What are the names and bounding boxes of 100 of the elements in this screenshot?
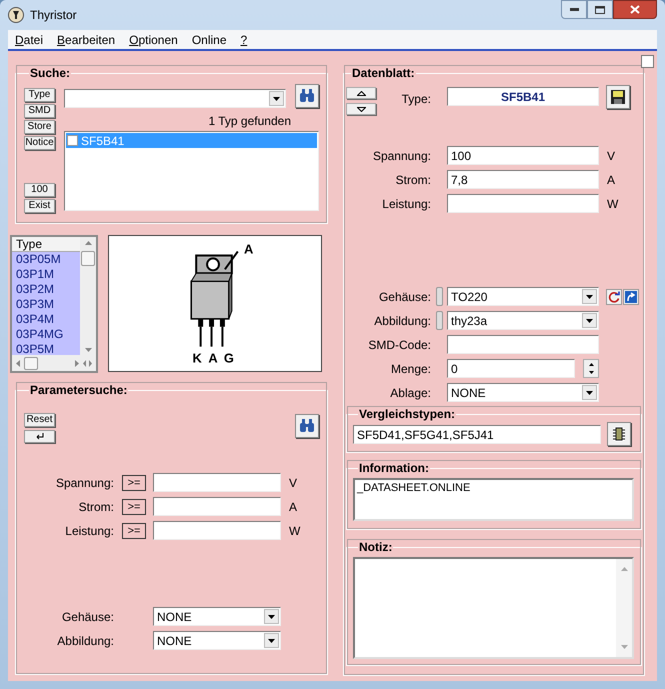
minimize-button[interactable] <box>561 0 587 19</box>
button[interactable]: Reset <box>24 413 55 427</box>
input-field[interactable] <box>447 194 599 213</box>
save-button[interactable] <box>606 85 630 109</box>
list-item[interactable]: 03P05M <box>12 252 80 267</box>
back-button[interactable] <box>24 430 55 443</box>
caret-icon <box>586 318 593 322</box>
dropdown[interactable]: TO220 <box>447 287 599 306</box>
list-item[interactable]: 03P1M <box>12 267 80 282</box>
search-button[interactable] <box>295 414 319 438</box>
dropdown[interactable]: thy23a <box>447 311 599 330</box>
menu-item[interactable]: Online <box>192 30 226 48</box>
drag-handle[interactable] <box>436 311 443 330</box>
group-title: Suche: <box>29 65 72 82</box>
input-field[interactable]: SF5D41,SF5G41,SF5J41 <box>353 425 601 444</box>
button[interactable]: Notice <box>24 136 55 150</box>
field-label: SMD-Code: <box>367 336 431 354</box>
menu-item[interactable]: Bearbeiten <box>57 30 116 48</box>
button[interactable]: Store <box>24 120 55 134</box>
up-arrow-icon <box>620 567 628 571</box>
pin-label: A <box>244 241 254 256</box>
input-field[interactable] <box>153 521 281 540</box>
input-field[interactable] <box>153 497 281 516</box>
button[interactable]: SMD <box>24 104 55 118</box>
down-triangle-icon <box>356 106 366 112</box>
field-label: Spannung: <box>372 148 431 164</box>
button[interactable]: Exist <box>24 199 55 213</box>
group-title: Notiz: <box>358 539 394 556</box>
dropdown[interactable]: NONE <box>153 631 281 650</box>
minimize-icon <box>570 8 578 11</box>
chip-icon <box>613 427 625 441</box>
up-arrow-icon <box>588 362 594 366</box>
field-label: Ablage: <box>389 384 431 402</box>
return-arrow-icon <box>35 432 44 440</box>
operator-button[interactable]: >= <box>122 498 146 514</box>
dropdown[interactable]: NONE <box>447 383 599 402</box>
unit-label: W <box>289 522 300 540</box>
scroll-thumb[interactable] <box>81 251 95 266</box>
field-label: Leistung: <box>64 522 114 540</box>
next-button[interactable] <box>346 103 376 115</box>
scrollbar[interactable] <box>616 559 632 657</box>
operator-button[interactable]: >= <box>122 474 146 490</box>
group-title: Vergleichstypen: <box>358 406 456 423</box>
up-triangle-icon <box>356 90 366 96</box>
unit-label: W <box>607 196 618 212</box>
input-field[interactable] <box>153 473 281 492</box>
caret-icon <box>586 294 593 298</box>
input-field[interactable]: 7,8 <box>447 170 599 189</box>
checkbox[interactable] <box>67 135 78 146</box>
curved-arrow-icon <box>625 290 637 302</box>
list-item[interactable]: 03P4M <box>12 312 80 327</box>
down-arrow-icon <box>84 348 92 352</box>
compare-button[interactable] <box>607 422 631 446</box>
list-item[interactable]: 03P2M <box>12 282 80 297</box>
drag-handle[interactable] <box>436 287 443 306</box>
maximize-icon <box>595 6 605 14</box>
leader-line <box>224 250 239 270</box>
input-field[interactable] <box>447 335 599 354</box>
menu-item[interactable]: ? <box>240 30 248 48</box>
maximize-button[interactable] <box>587 0 613 19</box>
refresh-button[interactable] <box>606 288 622 304</box>
spin-button[interactable] <box>583 359 599 378</box>
down-arrow-icon <box>588 371 594 374</box>
group-title: Datenblatt: <box>351 65 416 82</box>
field-label: Gehäuse: <box>60 608 114 626</box>
dropdown[interactable]: NONE <box>153 607 281 626</box>
menu-item[interactable]: Datei <box>15 30 44 48</box>
field-label: Menge: <box>390 360 431 378</box>
text-area[interactable]: _DATASHEET.ONLINE <box>353 478 634 521</box>
scroll-thumb[interactable] <box>24 356 38 370</box>
caret-icon <box>268 614 275 618</box>
checkbox[interactable] <box>641 55 654 68</box>
menu-item[interactable]: Optionen <box>129 30 178 48</box>
field-label: Abbildung: <box>373 312 431 330</box>
operator-button[interactable]: >= <box>122 522 146 538</box>
field-label: Spannung: <box>54 474 114 492</box>
button[interactable]: Type <box>24 88 55 102</box>
button[interactable]: 100 <box>24 183 55 197</box>
resize-arrows-icon <box>83 360 92 366</box>
previous-button[interactable] <box>346 87 376 99</box>
search-field[interactable] <box>64 89 286 108</box>
notes-field[interactable] <box>353 557 634 659</box>
list-item[interactable]: 03P4MG <box>12 327 80 342</box>
search-button[interactable] <box>295 84 319 108</box>
unit-label: A <box>607 172 616 188</box>
input-field[interactable]: 0 <box>447 359 575 378</box>
jump-button[interactable] <box>623 288 639 304</box>
group-title: Information: <box>358 460 430 477</box>
type-field[interactable]: SF5B41 <box>447 87 599 106</box>
binoculars-icon <box>299 89 315 103</box>
list-item[interactable]: 03P5M <box>12 342 80 355</box>
pin-label: A <box>208 350 218 366</box>
close-button[interactable] <box>613 0 657 19</box>
caret-icon <box>273 96 280 100</box>
column-header[interactable]: Type <box>12 237 80 252</box>
list-item[interactable]: 03P3M <box>12 297 80 312</box>
input-field[interactable]: 100 <box>447 146 599 165</box>
right-arrow-icon <box>75 360 79 366</box>
field-label: Leistung: <box>381 196 431 212</box>
left-arrow-icon <box>16 360 20 366</box>
